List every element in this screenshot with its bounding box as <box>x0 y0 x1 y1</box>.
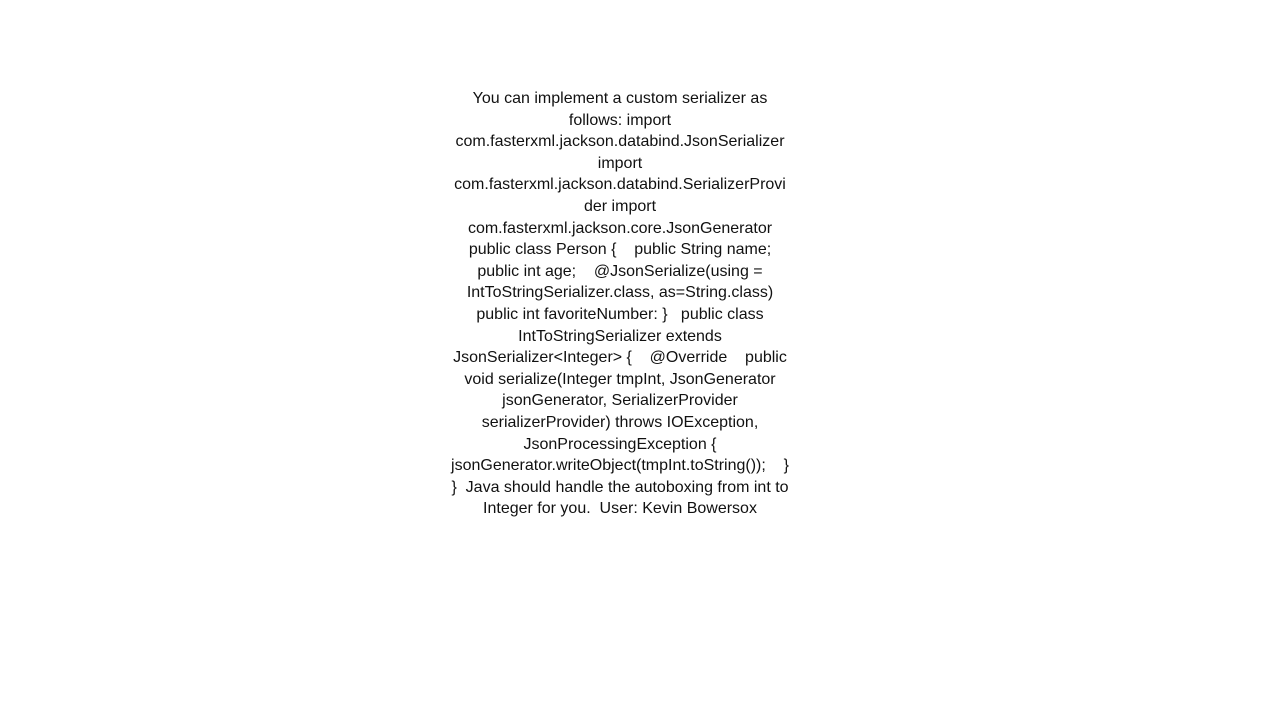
answer-body-text: You can implement a custom serializer as… <box>451 90 794 518</box>
page-root: You can implement a custom serializer as… <box>0 0 1280 720</box>
